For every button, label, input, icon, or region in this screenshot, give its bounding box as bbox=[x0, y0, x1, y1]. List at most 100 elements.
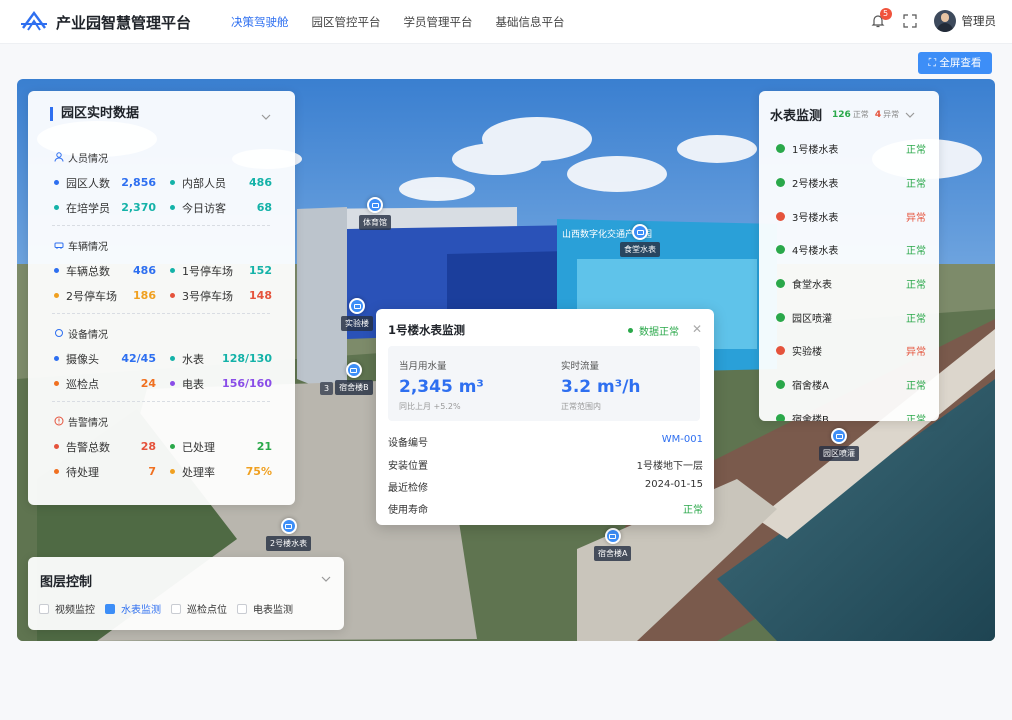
water-meter-item[interactable]: 3号楼水表 异常 bbox=[776, 199, 926, 233]
detail-row: 安装位置 1号楼地下一层 bbox=[388, 461, 703, 472]
check-icon bbox=[776, 380, 785, 390]
marker-dorm-b[interactable]: 3 宿舍楼B bbox=[320, 362, 373, 395]
nav-cockpit[interactable]: 决策驾驶舱 bbox=[231, 14, 289, 30]
nav-student-management[interactable]: 学员管理平台 bbox=[404, 14, 473, 30]
water-meter-name: 1号楼水表 bbox=[792, 145, 839, 157]
device-icon bbox=[55, 329, 63, 337]
layer-checkbox[interactable]: 巡检点位 bbox=[171, 601, 227, 616]
detail-row: 设备编号 WM-001 bbox=[388, 434, 703, 449]
stat-item: 车辆总数 486 bbox=[54, 263, 170, 279]
park-data-panel: 园区实时数据 人员情况 园区人数 2,856 内部人员 486 在培学员 2,370 … bbox=[28, 91, 295, 505]
water-meter-item[interactable]: 实验楼 异常 bbox=[776, 334, 926, 368]
park-data-title: 园区实时数据 bbox=[50, 107, 139, 121]
water-meter-item[interactable]: 宿舍楼A 正常 bbox=[776, 368, 926, 402]
layer-checkbox[interactable]: 电表监测 bbox=[237, 601, 293, 616]
water-monitor-header: 水表监测 126 正常 4 异常 bbox=[770, 105, 915, 124]
chevron-down-icon[interactable] bbox=[321, 574, 331, 584]
top-header: 产业园智慧管理平台 决策驾驶舱 园区管控平台 学员管理平台 基础信息平台 5 管… bbox=[0, 0, 1012, 44]
stat-item: 2号停车场 186 bbox=[54, 288, 170, 304]
stat-item: 待处理 7 bbox=[54, 464, 170, 480]
water-meter-name: 3号楼水表 bbox=[792, 212, 839, 224]
normal-count: 126 bbox=[832, 109, 851, 120]
water-meter-item[interactable]: 1号楼水表 正常 bbox=[776, 132, 926, 166]
check-icon bbox=[776, 312, 785, 322]
chevron-down-icon[interactable] bbox=[905, 110, 915, 120]
water-meter-name: 4号楼水表 bbox=[792, 246, 839, 258]
water-meter-name: 实验楼 bbox=[792, 347, 822, 359]
marker-lab[interactable]: 实验楼 bbox=[341, 298, 373, 331]
water-meter-status: 异常 bbox=[906, 212, 926, 224]
water-meter-item[interactable]: 2号楼水表 正常 bbox=[776, 166, 926, 200]
warning-icon bbox=[776, 346, 785, 356]
layer-checkbox[interactable]: 水表监测 bbox=[105, 601, 161, 616]
section-divider bbox=[52, 225, 270, 226]
popup-status: 数据正常 bbox=[628, 323, 679, 338]
marker-dorm-a[interactable]: 宿舍楼A bbox=[594, 528, 632, 561]
personnel-section: 人员情况 园区人数 2,856 内部人员 486 在培学员 2,370 今日访客 68 bbox=[54, 150, 294, 220]
stat-row: 待处理 7 处理率 75% bbox=[54, 459, 294, 484]
water-meter-item[interactable]: 宿舍楼B 正常 bbox=[776, 402, 926, 421]
water-meter-name: 园区喷灌 bbox=[792, 313, 832, 325]
stat-item: 水表 128/130 bbox=[170, 351, 286, 367]
main-nav: 决策驾驶舱 园区管控平台 学员管理平台 基础信息平台 bbox=[231, 14, 588, 30]
water-meter-name: 宿舍楼B bbox=[792, 414, 829, 421]
nav-basic-info[interactable]: 基础信息平台 bbox=[496, 14, 565, 30]
water-meter-item[interactable]: 园区喷灌 正常 bbox=[776, 300, 926, 334]
section-divider bbox=[52, 313, 270, 314]
stat-item: 告警总数 28 bbox=[54, 439, 170, 455]
stat-row: 园区人数 2,856 内部人员 486 bbox=[54, 170, 294, 195]
stat-item: 园区人数 2,856 bbox=[54, 175, 170, 191]
water-meter-item[interactable]: 4号楼水表 正常 bbox=[776, 233, 926, 267]
fullscreen-button[interactable]: ⛶ 全屏查看 bbox=[918, 52, 992, 74]
checkbox-icon bbox=[171, 603, 181, 614]
avatar[interactable] bbox=[933, 10, 956, 32]
notification-bell[interactable]: 5 bbox=[870, 8, 892, 29]
header-actions: 5 管理员 bbox=[870, 8, 997, 32]
close-icon[interactable]: ✕ bbox=[692, 322, 702, 336]
stat-row: 2号停车场 186 3号停车场 148 bbox=[54, 283, 294, 308]
check-icon bbox=[776, 178, 785, 188]
stat-item: 已处理 21 bbox=[170, 439, 286, 455]
expand-icon[interactable] bbox=[902, 13, 918, 29]
water-meter-status: 正常 bbox=[906, 414, 926, 421]
device-section: 设备情况 摄像头 42/45 水表 128/130 巡检点 24 电表 156/160 bbox=[54, 326, 294, 396]
check-icon bbox=[776, 413, 785, 421]
marker-building2-water[interactable]: 2号楼水表 bbox=[266, 518, 312, 551]
stat-item: 今日访客 68 bbox=[170, 200, 286, 216]
car-icon bbox=[54, 242, 64, 249]
layer-options: 视频监控 水表监测 巡检点位 电表监测 bbox=[39, 601, 303, 616]
checkbox-icon bbox=[39, 603, 49, 614]
check-icon bbox=[776, 279, 785, 289]
layer-checkbox[interactable]: 视频监控 bbox=[39, 601, 95, 616]
layer-label: 水表监测 bbox=[121, 605, 161, 616]
check-icon bbox=[776, 144, 785, 154]
water-meter-status: 正常 bbox=[906, 313, 926, 325]
marker-irrigation[interactable]: 园区喷灌 bbox=[819, 428, 859, 461]
stat-row: 摄像头 42/45 水表 128/130 bbox=[54, 346, 294, 371]
layer-label: 电表监测 bbox=[253, 605, 293, 616]
layer-control-title: 图层控制 bbox=[40, 575, 93, 590]
section-divider bbox=[52, 401, 270, 402]
app-title: 产业园智慧管理平台 bbox=[56, 14, 192, 32]
user-name[interactable]: 管理员 bbox=[962, 13, 997, 29]
water-meter-status: 正常 bbox=[906, 280, 926, 292]
alert-icon bbox=[54, 416, 64, 426]
stat-item: 3号停车场 148 bbox=[170, 288, 286, 304]
abnormal-count: 4 bbox=[874, 109, 882, 120]
marker-gym[interactable]: 体育馆 bbox=[359, 197, 391, 230]
water-meter-status: 正常 bbox=[906, 246, 926, 258]
stat-item: 巡检点 24 bbox=[54, 376, 170, 392]
layer-label: 视频监控 bbox=[55, 605, 95, 616]
chevron-down-icon[interactable] bbox=[261, 112, 271, 122]
water-meter-status: 异常 bbox=[906, 347, 926, 359]
water-meter-item[interactable]: 食堂水表 正常 bbox=[776, 267, 926, 301]
warning-icon bbox=[776, 211, 785, 221]
popup-stats: 当月用水量 2,345 m³ 同比上月 +5.2% 实时流量 3.2 m³/h … bbox=[388, 346, 700, 421]
water-meter-name: 2号楼水表 bbox=[792, 179, 839, 191]
nav-park-control[interactable]: 园区管控平台 bbox=[312, 14, 381, 30]
stat-item: 处理率 75% bbox=[170, 464, 286, 480]
checkbox-icon bbox=[105, 603, 115, 614]
popup-title: 1号楼水表监测 bbox=[388, 323, 466, 337]
marker-canteen-water[interactable]: 食堂水表 bbox=[620, 224, 660, 257]
notification-badge: 5 bbox=[879, 8, 892, 20]
